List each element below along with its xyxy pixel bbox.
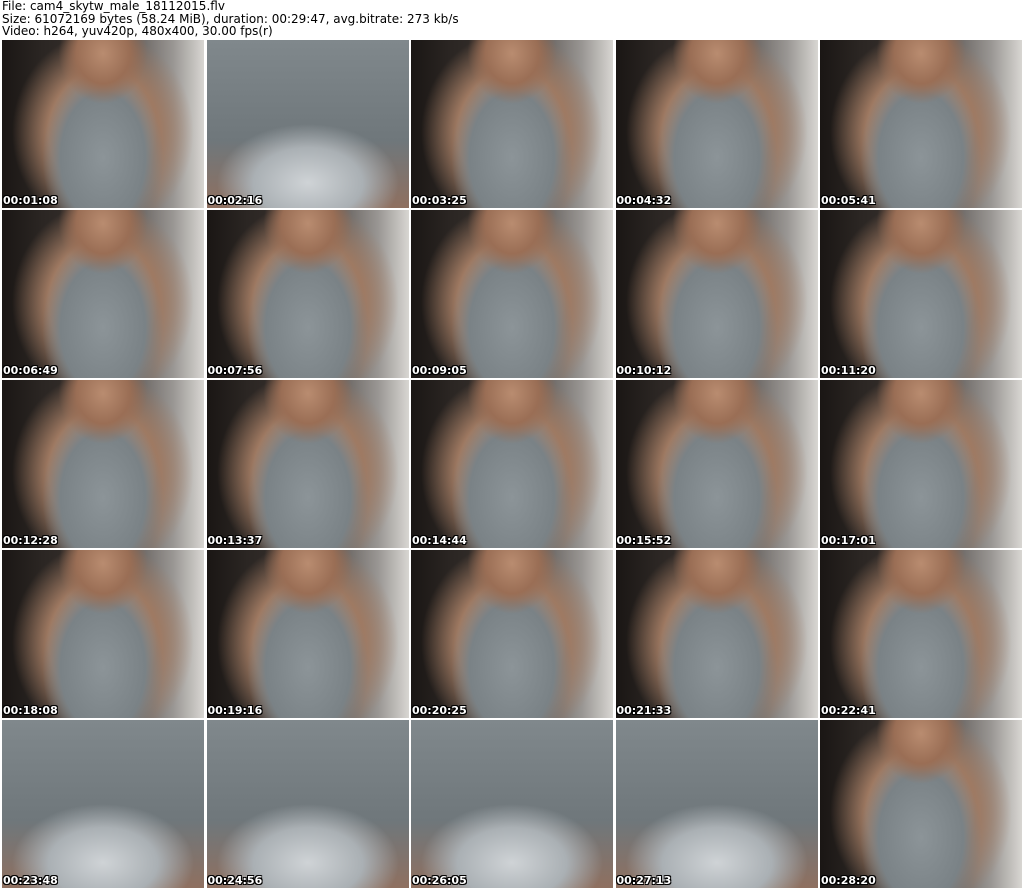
thumbnail-timestamp: 00:20:25 [412,704,467,717]
thumbnail-timestamp: 00:14:44 [412,534,467,547]
thumbnail-timestamp: 00:10:12 [616,364,672,377]
video-thumbnail: 00:15:52 [615,380,818,548]
video-thumbnail: 00:22:41 [820,550,1022,718]
thumbnail-timestamp: 00:22:41 [821,704,876,717]
video-thumbnail: 00:02:16 [206,40,409,208]
video-thumbnail: 00:20:25 [411,550,613,718]
thumbnail-timestamp: 00:26:05 [412,874,467,887]
video-thumbnail: 00:27:13 [615,720,818,888]
video-info: Video: h264, yuv420p, 480x400, 30.00 fps… [2,24,273,38]
thumbnail-timestamp: 00:21:33 [616,704,672,717]
thumbnail-timestamp: 00:03:25 [412,194,467,207]
thumbnail-timestamp: 00:05:41 [821,194,876,207]
video-thumbnail: 00:21:33 [615,550,818,718]
file-name: File: cam4_skytw_male_18112015.flv [2,0,225,13]
video-thumbnail: 00:26:05 [411,720,613,888]
video-thumbnail: 00:18:08 [2,550,204,718]
video-thumbnail: 00:23:48 [2,720,204,888]
thumbnail-timestamp: 00:27:13 [616,874,672,887]
video-thumbnail: 00:14:44 [411,380,613,548]
thumbnail-timestamp: 00:17:01 [821,534,876,547]
video-thumbnail: 00:13:37 [206,380,409,548]
video-thumbnail: 00:03:25 [411,40,613,208]
thumbnail-timestamp: 00:24:56 [207,874,263,887]
video-thumbnail: 00:07:56 [206,210,409,378]
thumbnail-timestamp: 00:18:08 [3,704,58,717]
thumbnail-timestamp: 00:28:20 [821,874,876,887]
thumbnail-timestamp: 00:07:56 [207,364,263,377]
video-thumbnail: 00:04:32 [615,40,818,208]
video-thumbnail: 00:24:56 [206,720,409,888]
thumbnail-timestamp: 00:09:05 [412,364,467,377]
thumbnail-timestamp: 00:02:16 [207,194,263,207]
video-thumbnail: 00:11:20 [820,210,1022,378]
video-thumbnail: 00:28:20 [820,720,1022,888]
video-thumbnail: 00:05:41 [820,40,1022,208]
video-thumbnail: 00:12:28 [2,380,204,548]
video-thumbnail: 00:19:16 [206,550,409,718]
thumbnail-timestamp: 00:01:08 [3,194,58,207]
thumbnail-timestamp: 00:04:32 [616,194,672,207]
thumbnail-timestamp: 00:12:28 [3,534,58,547]
video-thumbnail: 00:06:49 [2,210,204,378]
thumbnail-timestamp: 00:23:48 [3,874,58,887]
file-info-header: File: cam4_skytw_male_18112015.flv Size:… [2,0,459,38]
video-thumbnail: 00:10:12 [615,210,818,378]
thumbnail-timestamp: 00:19:16 [207,704,263,717]
video-thumbnail: 00:17:01 [820,380,1022,548]
video-thumbnail: 00:01:08 [2,40,204,208]
video-thumbnail: 00:09:05 [411,210,613,378]
thumbnail-timestamp: 00:11:20 [821,364,876,377]
thumbnail-timestamp: 00:06:49 [3,364,58,377]
thumbnail-timestamp: 00:15:52 [616,534,672,547]
thumbnail-grid: 00:01:08 00:02:16 00:03:25 00:04:32 00:05:41… [2,40,1022,888]
thumbnail-timestamp: 00:13:37 [207,534,263,547]
